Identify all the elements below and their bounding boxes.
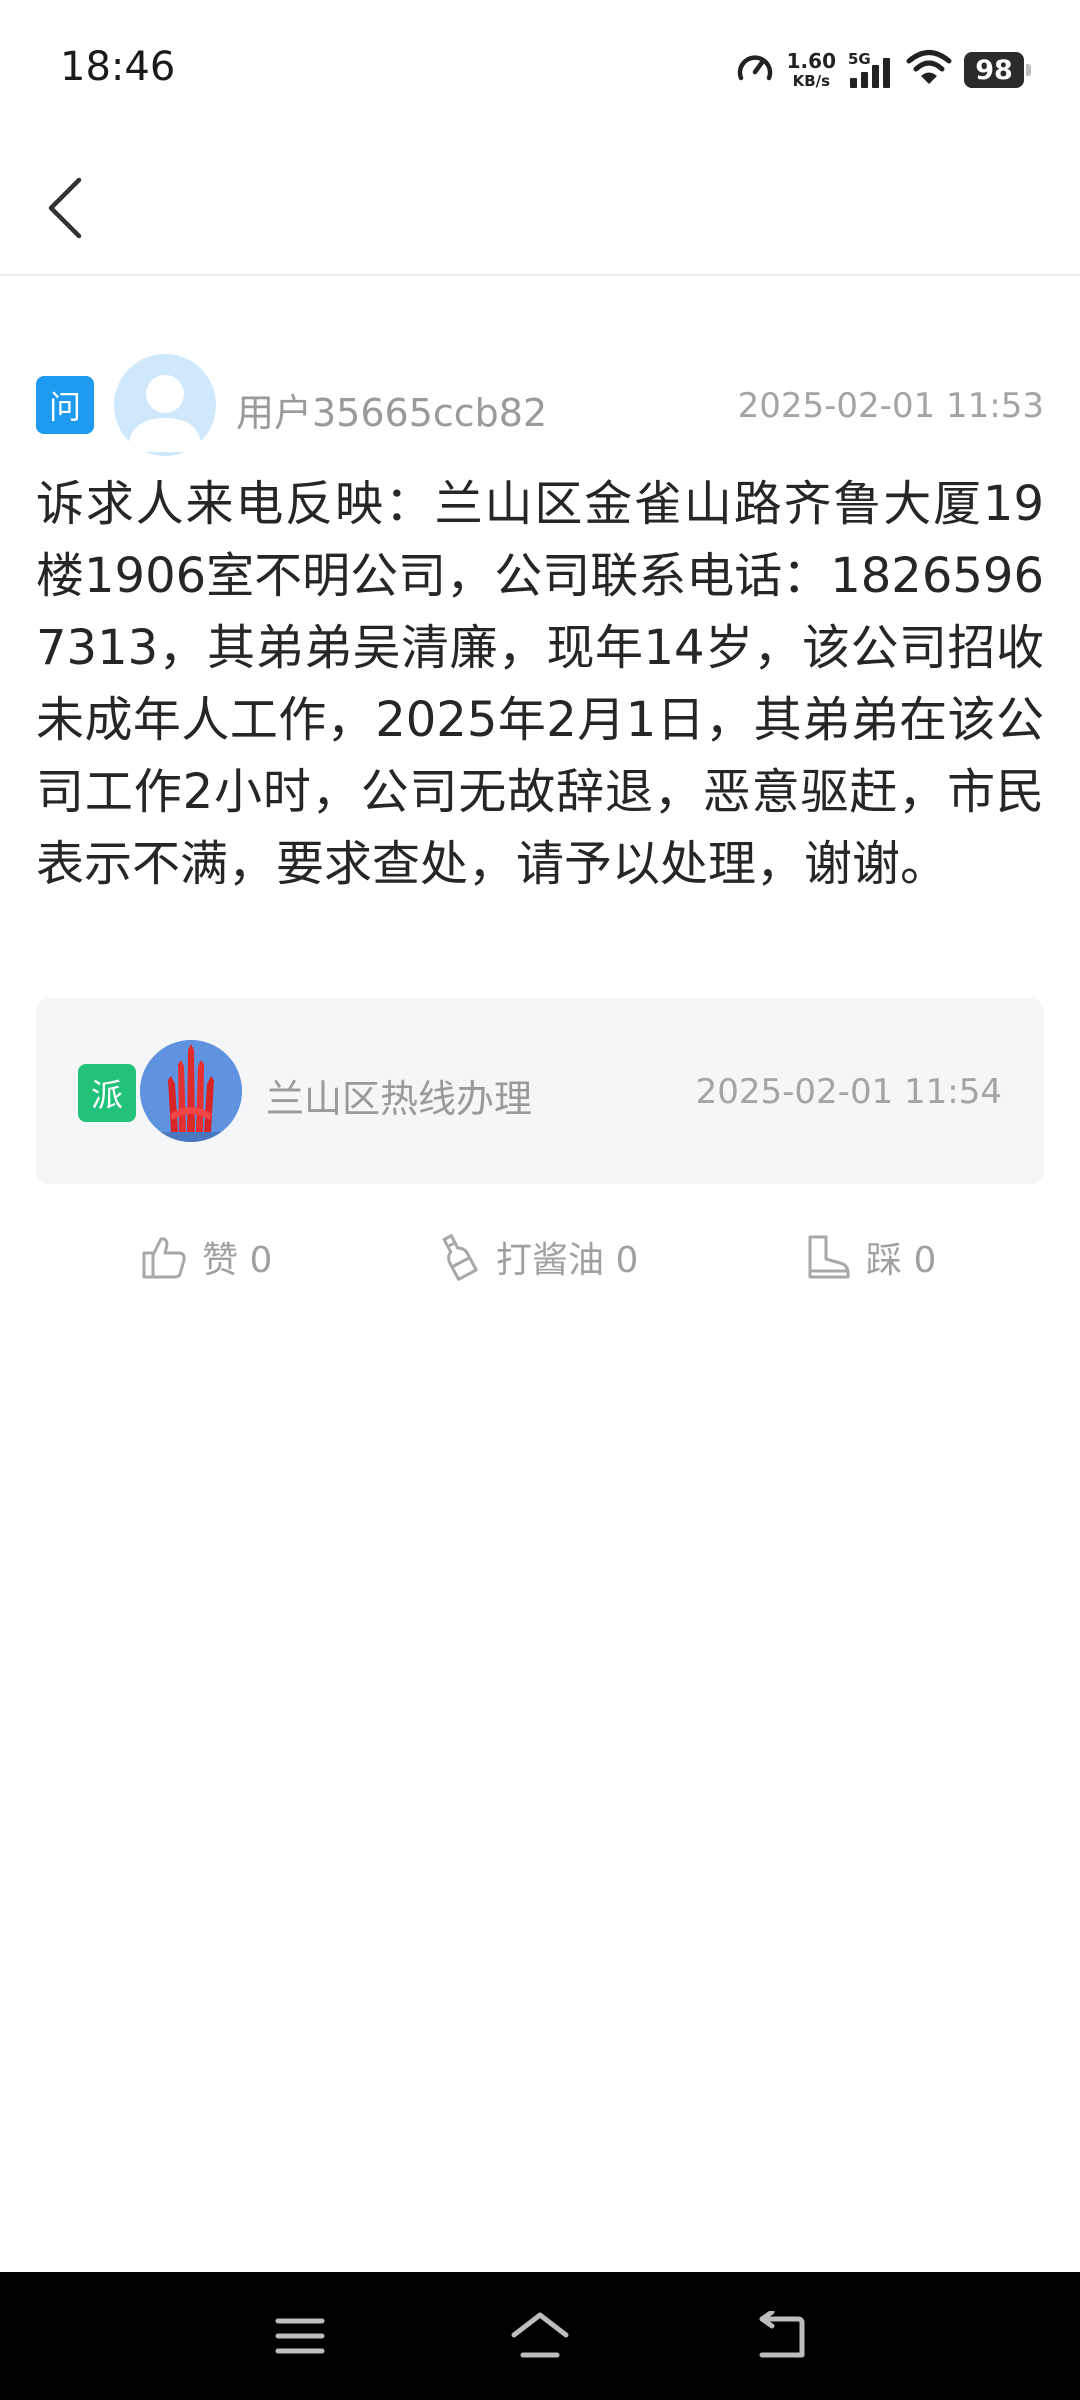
chevron-left-icon	[48, 177, 82, 239]
dispatch-time: 2025-02-01 11:54	[695, 1072, 1002, 1112]
question-time: 2025-02-01 11:53	[737, 386, 1044, 426]
org-name: 兰山区热线办理	[266, 1077, 533, 1121]
org-avatar	[140, 1040, 242, 1142]
nav-menu-button[interactable]	[260, 2300, 340, 2372]
avatar[interactable]	[114, 354, 216, 456]
default-user-avatar-icon	[128, 375, 202, 452]
tread-button[interactable]: 踩 0	[804, 1220, 936, 1294]
home-icon	[511, 2312, 569, 2358]
sauce-count: 打酱油 0	[496, 1240, 639, 1281]
system-nav-bar	[0, 2272, 1080, 2400]
like-button[interactable]: 赞 0	[140, 1220, 272, 1294]
dispatch-badge: 派	[78, 1064, 136, 1122]
action-bar: 赞 0 打酱油 0 踩 0	[0, 1220, 1080, 1294]
like-count: 赞 0	[202, 1240, 273, 1281]
question-content: 诉求人来电反映：兰山区金雀山路齐鲁大厦19楼1906室不明公司，公司联系电话：1…	[36, 476, 1044, 892]
back-button[interactable]	[30, 165, 100, 251]
battery-indicator: 98	[964, 52, 1031, 88]
user-name[interactable]: 用户35665ccb82	[236, 382, 547, 437]
network-type: 5G	[848, 50, 871, 68]
net-speed: 1.60 KB/s	[787, 51, 836, 89]
top-bar	[0, 140, 1080, 276]
question-header: 问 用户35665ccb82 2025-02-01 11:53	[36, 352, 1044, 456]
boot-icon	[808, 1235, 850, 1279]
sauce-button[interactable]: 打酱油 0	[434, 1220, 638, 1294]
dispatch-card[interactable]: 派 兰山区热线办理 2025-02-01 11:54	[36, 998, 1044, 1184]
monument-logo-icon	[140, 1040, 242, 1142]
tread-count: 踩 0	[866, 1240, 937, 1281]
nav-home-button[interactable]	[500, 2300, 580, 2372]
thumbs-up-icon	[142, 1237, 186, 1279]
nav-back-button[interactable]	[740, 2300, 820, 2372]
net-speed-value: 1.60	[786, 49, 836, 73]
status-time: 18:46	[60, 44, 176, 90]
menu-icon	[275, 2318, 325, 2354]
back-arrow-icon	[759, 2311, 805, 2358]
status-bar: 18:46 1.60 KB/s 5G 98	[0, 0, 1080, 140]
net-speed-unit: KB/s	[792, 72, 831, 90]
status-icons: 1.60 KB/s 5G 98	[735, 46, 1031, 94]
wifi-icon	[906, 48, 952, 92]
speedometer-icon	[735, 48, 775, 92]
bottle-icon	[442, 1233, 478, 1281]
question-badge: 问	[36, 376, 94, 434]
cellular-signal: 5G	[848, 50, 894, 90]
page: 18:46 1.60 KB/s 5G 98 问 用户35665ccb82 202…	[0, 0, 1080, 2400]
